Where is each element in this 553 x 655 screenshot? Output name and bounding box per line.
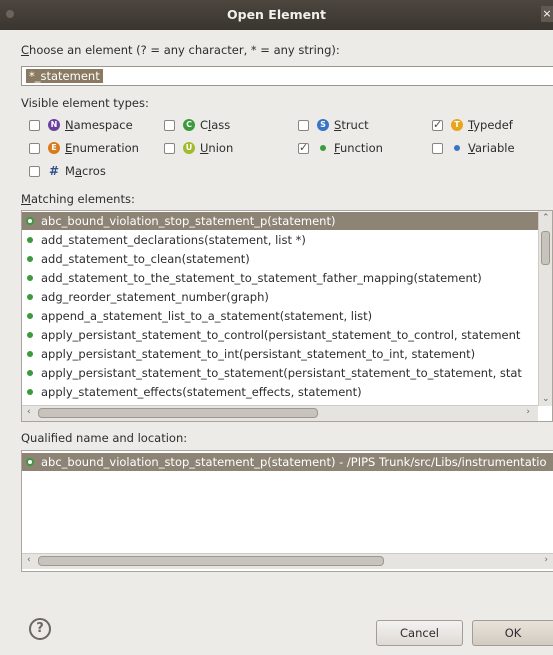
- scroll-right-icon[interactable]: ›: [526, 407, 530, 417]
- title-bar: Open Element ×: [0, 0, 553, 30]
- list-item[interactable]: apply_statement_effects(statement_effect…: [22, 383, 540, 401]
- function-icon: [27, 313, 33, 319]
- c-type-icon: C: [183, 119, 195, 131]
- qualified-location-list[interactable]: abc_bound_violation_stop_statement_p(sta…: [21, 450, 553, 572]
- function-icon: [27, 351, 33, 357]
- filter-input[interactable]: *_statement: [21, 66, 553, 86]
- vertical-scroll-thumb[interactable]: [541, 231, 550, 265]
- type-option-0[interactable]: N Namespace: [29, 117, 133, 133]
- list-item[interactable]: append_a_statement_list_to_a_statement(s…: [22, 307, 540, 325]
- type-option-label: Macros: [65, 164, 106, 178]
- function-icon: [27, 275, 33, 281]
- type-option-label: Struct: [334, 118, 369, 132]
- list-item-label: apply_persistant_statement_to_control(pe…: [41, 328, 521, 342]
- scroll-left-icon[interactable]: ‹: [27, 555, 31, 565]
- list-item[interactable]: adg_reorder_statement_number(graph): [22, 288, 540, 306]
- type-checkbox[interactable]: [164, 119, 175, 131]
- type-checkbox[interactable]: [164, 142, 175, 154]
- type-option-6[interactable]: Function: [298, 140, 383, 156]
- list-item[interactable]: add_statement_to_clean(statement): [22, 250, 540, 268]
- type-option-8[interactable]: # Macros: [29, 163, 106, 179]
- n-type-icon: N: [48, 119, 60, 131]
- cancel-button[interactable]: Cancel: [376, 620, 463, 646]
- type-option-label: Union: [200, 141, 234, 155]
- function-icon: [27, 389, 33, 395]
- list-item-label: apply_statement_effects(statement_effect…: [41, 385, 362, 399]
- function-icon: [26, 458, 34, 466]
- horizontal-scroll-thumb[interactable]: [38, 408, 318, 418]
- type-checkbox[interactable]: [29, 119, 40, 131]
- list-item-label: add_statement_to_clean(statement): [41, 252, 250, 266]
- e-type-icon: E: [48, 142, 60, 154]
- filter-input-value: *_statement: [26, 69, 103, 83]
- scroll-left-icon[interactable]: ‹: [27, 407, 31, 417]
- s-type-icon: S: [317, 119, 329, 131]
- function-icon: [26, 217, 34, 225]
- type-checkbox[interactable]: [29, 165, 40, 177]
- type-checkbox[interactable]: [432, 118, 443, 131]
- matching-elements-list[interactable]: abc_bound_violation_stop_statement_p(sta…: [21, 210, 553, 422]
- scroll-up-icon[interactable]: ⌃: [542, 213, 550, 223]
- list-item-label: abc_bound_violation_stop_statement_p(sta…: [41, 214, 336, 228]
- list-item[interactable]: apply_persistant_statement_to_control(pe…: [22, 326, 540, 344]
- function-icon: [27, 237, 33, 243]
- list-item[interactable]: apply_persistant_statement_to_int(persis…: [22, 345, 540, 363]
- list-item-label: adg_reorder_statement_number(graph): [41, 290, 269, 304]
- type-checkbox[interactable]: [432, 142, 443, 154]
- list-item[interactable]: add_statement_declarations(statement, li…: [22, 231, 540, 249]
- macro-icon: #: [48, 164, 60, 178]
- function-icon: [27, 256, 33, 262]
- element-types-label: Visible element types:: [21, 96, 149, 110]
- qualified-location-text: abc_bound_violation_stop_statement_p(sta…: [41, 455, 547, 469]
- qualified-name-label: Qualified name and location:: [21, 431, 188, 445]
- type-option-5[interactable]: U Union: [164, 140, 233, 156]
- close-icon[interactable]: ×: [541, 6, 553, 22]
- type-option-2[interactable]: S Struct: [298, 117, 369, 133]
- window-title: Open Element: [227, 7, 326, 22]
- type-option-3[interactable]: T Typedef: [432, 117, 513, 133]
- type-option-7[interactable]: Variable: [432, 140, 515, 156]
- scroll-right-icon[interactable]: ›: [544, 555, 548, 565]
- list-item-label: add_statement_to_the_statement_to_statem…: [41, 271, 482, 285]
- list-item[interactable]: apply_persistant_statement_to_statement(…: [22, 364, 540, 382]
- qualified-horizontal-scroll-thumb[interactable]: [38, 556, 384, 566]
- type-checkbox[interactable]: [298, 119, 309, 131]
- type-option-label: Namespace: [65, 118, 133, 132]
- type-option-label: Function: [334, 141, 383, 155]
- function-icon: [27, 332, 33, 338]
- t-type-icon: T: [451, 119, 463, 131]
- qualified-location-item[interactable]: abc_bound_violation_stop_statement_p(sta…: [22, 453, 553, 471]
- function-icon: [27, 370, 33, 376]
- list-item[interactable]: abc_bound_violation_stop_statement_p(sta…: [22, 212, 540, 230]
- type-option-1[interactable]: C Class: [164, 117, 230, 133]
- type-option-label: Typedef: [468, 118, 513, 132]
- variable-icon: [454, 145, 460, 151]
- type-option-label: Variable: [468, 141, 515, 155]
- qualified-horizontal-scrollbar[interactable]: ‹ ›: [22, 553, 553, 569]
- list-item[interactable]: add_statement_to_the_statement_to_statem…: [22, 269, 540, 287]
- type-checkbox[interactable]: [29, 142, 40, 154]
- scroll-down-icon[interactable]: ⌄: [542, 394, 550, 404]
- list-item-label: apply_persistant_statement_to_int(persis…: [41, 347, 476, 361]
- help-icon[interactable]: ?: [29, 618, 51, 640]
- type-checkbox[interactable]: [298, 141, 309, 154]
- type-option-label: Enumeration: [65, 141, 139, 155]
- type-option-label: Class: [200, 118, 231, 132]
- ok-button[interactable]: OK: [472, 620, 553, 646]
- horizontal-scrollbar[interactable]: ‹ ›: [22, 405, 538, 421]
- type-option-4[interactable]: E Enumeration: [29, 140, 139, 156]
- matching-elements-label: Matching elements:: [21, 192, 135, 206]
- filter-label: Choose an element (? = any character, * …: [21, 43, 340, 57]
- list-item-label: apply_persistant_statement_to_statement(…: [41, 366, 522, 380]
- vertical-scrollbar[interactable]: ⌃ ⌄: [538, 211, 552, 406]
- u-type-icon: U: [183, 142, 195, 154]
- list-item-label: append_a_statement_list_to_a_statement(s…: [41, 309, 373, 323]
- list-item-label: add_statement_declarations(statement, li…: [41, 233, 306, 247]
- function-icon: [320, 145, 326, 151]
- function-icon: [27, 294, 33, 300]
